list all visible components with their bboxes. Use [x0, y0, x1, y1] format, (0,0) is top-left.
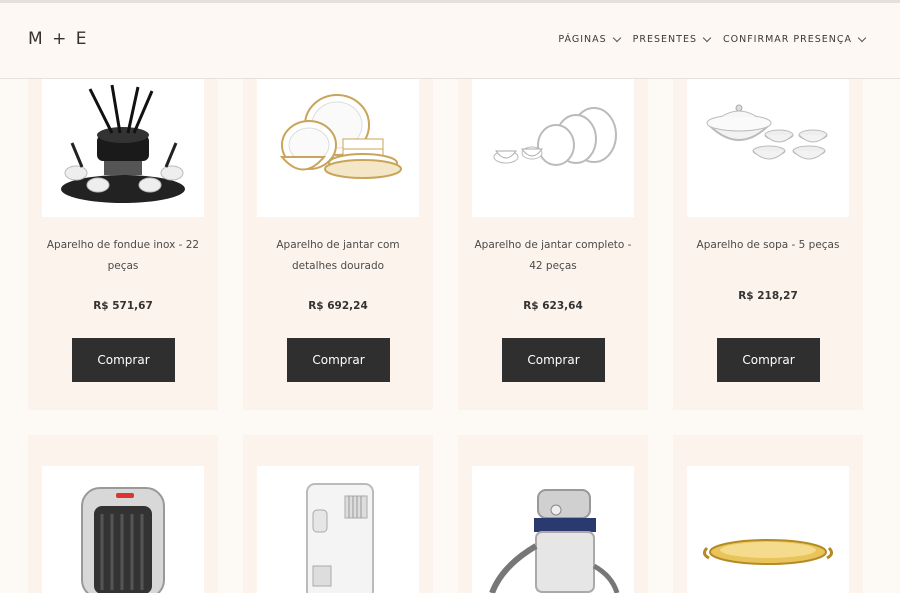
product-card: Aparelho de jantar com detalhes dourado …	[243, 55, 433, 410]
product-name[interactable]: Aparelho de fondue inox - 22 peças	[38, 235, 208, 277]
air-conditioner-icon	[306, 483, 374, 593]
dinnerware-gold-icon	[279, 94, 402, 179]
site-logo[interactable]: M + E	[28, 29, 88, 49]
soup-set-icon	[706, 104, 828, 160]
nav-presentes[interactable]: PRESENTES	[632, 33, 712, 45]
dinnerware-set-icon	[493, 107, 617, 166]
buy-button[interactable]: Comprar	[502, 338, 605, 382]
product-card	[673, 435, 863, 593]
product-image[interactable]	[257, 466, 419, 593]
product-card: Aparelho de jantar completo - 42 peças R…	[458, 55, 648, 410]
chevron-down-icon	[702, 33, 712, 43]
product-card	[28, 435, 218, 593]
heater-icon	[81, 487, 165, 593]
product-image[interactable]	[257, 77, 419, 217]
buy-button[interactable]: Comprar	[287, 338, 390, 382]
product-card	[243, 435, 433, 593]
nav-label: PRESENTES	[632, 34, 697, 45]
product-name[interactable]: Aparelho de jantar com detalhes dourado	[253, 235, 423, 277]
chevron-down-icon	[857, 33, 867, 43]
product-image[interactable]	[42, 466, 204, 593]
product-price: R$ 692,24	[308, 300, 368, 312]
gold-tray-icon	[702, 539, 834, 565]
nav-label: CONFIRMAR PRESENÇA	[722, 34, 852, 45]
product-image[interactable]	[42, 77, 204, 217]
product-image[interactable]	[472, 77, 634, 217]
product-name[interactable]: Aparelho de jantar completo - 42 peças	[468, 235, 638, 277]
product-card: Aparelho de sopa - 5 peças R$ 218,27 Com…	[673, 55, 863, 410]
vacuum-cleaner-icon	[489, 489, 620, 593]
product-name[interactable]: Aparelho de sopa - 5 peças	[683, 235, 853, 256]
product-image[interactable]	[687, 466, 849, 593]
buy-button[interactable]: Comprar	[72, 338, 175, 382]
nav-confirmar-presenca[interactable]: CONFIRMAR PRESENÇA	[722, 33, 867, 45]
product-price: R$ 218,27	[738, 290, 798, 302]
nav-label: PÁGINAS	[558, 34, 607, 45]
product-price: R$ 623,64	[523, 300, 583, 312]
nav-paginas[interactable]: PÁGINAS	[558, 33, 621, 45]
buy-button[interactable]: Comprar	[717, 338, 820, 382]
product-image[interactable]	[687, 77, 849, 217]
chevron-down-icon	[612, 33, 621, 43]
main-nav: PÁGINAS PRESENTES CONFIRMAR PRESENÇA	[558, 33, 867, 45]
site-header: M + E PÁGINAS PRESENTES CONFIRMAR PRESEN…	[0, 3, 900, 79]
product-card: Aparelho de fondue inox - 22 peças R$ 57…	[28, 55, 218, 410]
product-price: R$ 571,67	[93, 300, 153, 312]
fondue-set-icon	[61, 84, 185, 203]
product-image[interactable]	[472, 466, 634, 593]
product-card	[458, 435, 648, 593]
